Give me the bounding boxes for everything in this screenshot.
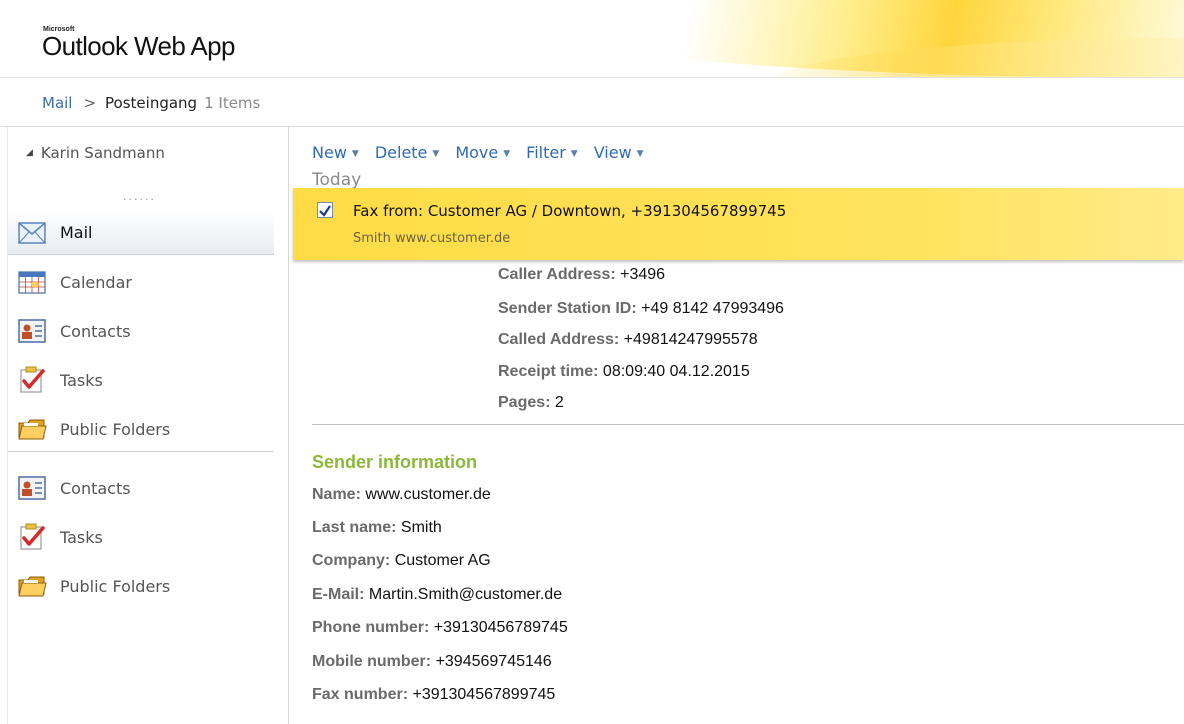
sidebar-item-label: Tasks <box>60 370 103 390</box>
field-label: Fax number: <box>312 686 409 703</box>
field-value: +49814247995578 <box>623 331 758 348</box>
sidebar-item-label: Calendar <box>60 272 132 292</box>
user-mailbox[interactable]: ◢ Karin Sandmann <box>26 144 165 162</box>
sender-info-row: E-Mail: Martin.Smith@customer.de <box>312 586 562 604</box>
sidebar-item-label: Contacts <box>60 478 131 498</box>
email-value[interactable]: Martin.Smith@customer.de <box>369 586 562 603</box>
sender-info-row: Phone number: +39130456789745 <box>312 619 568 637</box>
collapse-triangle-icon[interactable]: ◢ <box>26 148 33 158</box>
sender-info-row: Name: www.customer.de <box>312 486 491 504</box>
public-folders-icon <box>16 571 48 601</box>
sidebar-item-public-folders[interactable]: Public Folders <box>8 407 274 451</box>
sidebar: ◢ Karin Sandmann ...... Mail Calendar Co… <box>7 127 289 724</box>
move-label: Move <box>455 143 499 162</box>
field-label: Sender Station ID: <box>498 300 637 317</box>
public-folders-icon <box>16 414 48 444</box>
breadcrumb-folder: Posteingang <box>105 93 198 112</box>
sender-info-row: Last name: Smith <box>312 519 442 537</box>
field-label: Mobile number: <box>312 653 432 670</box>
field-label: E-Mail: <box>312 586 365 603</box>
sidebar-item-contacts-secondary[interactable]: Contacts <box>8 466 274 510</box>
sidebar-item-label: Mail <box>60 223 93 242</box>
tasks-icon <box>16 365 48 395</box>
sidebar-item-contacts[interactable]: Contacts <box>8 309 274 353</box>
section-divider <box>312 424 1184 425</box>
field-label: Receipt time: <box>498 363 599 380</box>
field-value: +3496 <box>620 266 666 283</box>
contacts-icon <box>16 473 48 503</box>
new-label: New <box>312 143 347 162</box>
delete-label: Delete <box>374 143 428 162</box>
field-value: +391304567899745 <box>412 686 556 703</box>
fax-info-row: Sender Station ID: +49 8142 47993496 <box>498 300 784 318</box>
field-value: 08:09:40 04.12.2015 <box>602 363 750 380</box>
message-checkbox[interactable] <box>317 202 333 218</box>
field-value: www.customer.de <box>365 486 491 503</box>
field-value: +49 8142 47993496 <box>641 300 784 317</box>
sidebar-item-calendar[interactable]: Calendar <box>8 260 274 304</box>
contacts-icon <box>16 316 48 346</box>
mail-icon <box>16 218 48 248</box>
sender-info-row: Fax number: +391304567899745 <box>312 686 555 704</box>
sidebar-item-label: Public Folders <box>60 419 171 439</box>
field-label: Phone number: <box>312 619 430 636</box>
user-name: Karin Sandmann <box>40 144 165 162</box>
field-label: Pages: <box>498 394 551 411</box>
field-label: Called Address: <box>498 331 620 348</box>
breadcrumb: Mail > Posteingang 1 Items <box>0 79 1184 127</box>
splitter-grip[interactable]: ...... <box>123 190 156 203</box>
sidebar-item-tasks[interactable]: Tasks <box>8 358 274 402</box>
fax-info-row: Pages: 2 <box>498 394 564 412</box>
field-value: +39130456789745 <box>433 619 568 636</box>
move-button[interactable]: Move ▼ <box>455 143 510 162</box>
field-label: Name: <box>312 486 361 503</box>
checkmark-icon <box>319 205 331 217</box>
fax-info-row: Receipt time: 08:09:40 04.12.2015 <box>498 363 750 381</box>
chevron-down-icon: ▼ <box>503 149 511 159</box>
sidebar-item-label: Tasks <box>60 527 103 547</box>
message-subject: Fax from: Customer AG / Downtown, +39130… <box>353 202 787 220</box>
sender-info-row: Company: Customer AG <box>312 552 491 570</box>
field-value: Smith <box>400 519 442 536</box>
view-button[interactable]: View ▼ <box>594 143 644 162</box>
field-value: +394569745146 <box>435 653 552 670</box>
filter-button[interactable]: Filter ▼ <box>526 143 578 162</box>
sender-info-row: Mobile number: +394569745146 <box>312 653 552 671</box>
breadcrumb-separator: > <box>83 93 97 112</box>
item-count: 1 Items <box>204 93 261 112</box>
app-header: Microsoft Outlook Web App <box>0 0 1184 78</box>
message-item-selected[interactable]: Fax from: Customer AG / Downtown, +39130… <box>293 188 1184 260</box>
sidebar-item-tasks-secondary[interactable]: Tasks <box>8 515 274 559</box>
sender-info-heading: Sender information <box>312 452 478 472</box>
field-label: Last name: <box>312 519 397 536</box>
filter-label: Filter <box>526 143 566 162</box>
field-value: 2 <box>554 394 564 411</box>
app-logo[interactable]: Outlook Web App <box>42 31 235 62</box>
field-label: Company: <box>312 552 391 569</box>
group-header-today: Today <box>312 170 362 190</box>
sidebar-item-label: Contacts <box>60 321 131 341</box>
sidebar-divider <box>8 451 274 452</box>
tasks-icon <box>16 522 48 552</box>
chevron-down-icon: ▼ <box>570 149 578 159</box>
calendar-icon <box>16 267 48 297</box>
breadcrumb-mail-link[interactable]: Mail <box>42 94 72 112</box>
sidebar-item-mail[interactable]: Mail <box>8 211 274 255</box>
sidebar-item-public-folders-secondary[interactable]: Public Folders <box>8 564 274 608</box>
chevron-down-icon: ▼ <box>351 149 359 159</box>
field-value: Customer AG <box>394 552 491 569</box>
toolbar: New ▼ Delete ▼ Move ▼ Filter ▼ View ▼ <box>312 143 660 162</box>
new-button[interactable]: New ▼ <box>312 143 359 162</box>
reading-pane: Caller Address: +3496 Sender Station ID:… <box>290 262 1184 724</box>
message-sender: Smith www.customer.de <box>353 231 511 246</box>
fax-info-row: Caller Address: +3496 <box>498 266 665 284</box>
sidebar-item-label: Public Folders <box>60 576 171 596</box>
view-label: View <box>593 143 632 162</box>
delete-button[interactable]: Delete ▼ <box>375 143 440 162</box>
chevron-down-icon: ▼ <box>432 149 440 159</box>
field-label: Caller Address: <box>498 266 616 283</box>
fax-info-row: Called Address: +49814247995578 <box>498 331 758 349</box>
chevron-down-icon: ▼ <box>636 149 644 159</box>
